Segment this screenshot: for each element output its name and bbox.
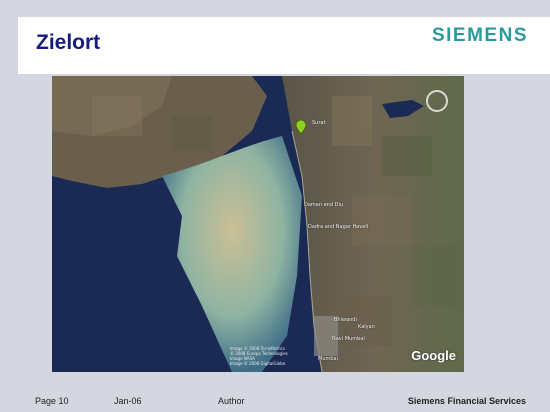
place-label-dadra: Dadra and Nagar Haveli — [308, 224, 369, 230]
compass-icon[interactable] — [426, 90, 448, 112]
place-label-mumbai: Mumbai — [318, 356, 338, 362]
place-label-daman-diu: Daman and Diu — [304, 202, 344, 208]
place-label-bhiwandi: Bhiwandi — [334, 317, 357, 323]
place-label-kalyan: Kalyan — [358, 324, 375, 330]
location-pin-icon[interactable] — [296, 120, 306, 134]
google-logo: Google — [411, 348, 456, 363]
footer-author: Author — [218, 396, 245, 406]
footer-page-number: Page 10 — [35, 396, 69, 406]
footer-company: Siemens Financial Services — [407, 396, 526, 406]
place-label-navi-mumbai: Navi Mumbai — [332, 336, 365, 342]
place-label-surat: Surat — [312, 120, 326, 126]
satellite-map[interactable]: Surat Daman and Diu Dadra and Nagar Have… — [52, 76, 464, 372]
slide-title: Zielort — [36, 31, 101, 54]
siemens-logo: SIEMENS — [431, 25, 528, 46]
map-imagery — [52, 76, 464, 372]
map-copyright: Image © 2008 TerraMetrics © 2008 Europa … — [230, 346, 288, 366]
footer-date: Jan-06 — [114, 396, 142, 406]
slide-header: Zielort SIEMENS — [18, 17, 550, 74]
